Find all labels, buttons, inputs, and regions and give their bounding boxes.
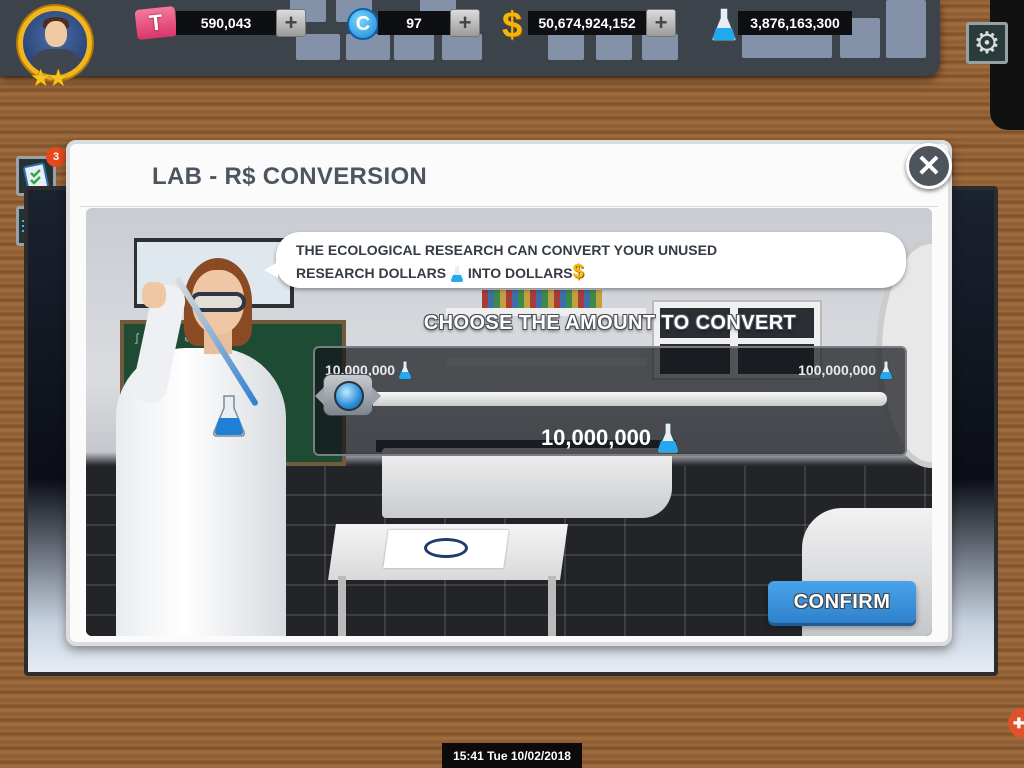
speech-into-dollars-text: INTO DOLLARS bbox=[467, 265, 573, 281]
slider-knob-icon bbox=[334, 381, 364, 411]
tasks-notification-badge: 3 bbox=[46, 147, 66, 167]
flask-icon bbox=[450, 266, 464, 283]
close-dialog-button[interactable]: ✕ bbox=[906, 143, 952, 189]
add-dollars-button[interactable]: + bbox=[646, 9, 676, 37]
scientist-hand bbox=[142, 282, 166, 308]
coin-icon: C bbox=[347, 8, 379, 40]
expand-corner-button[interactable]: ✚ bbox=[1008, 708, 1024, 738]
keyboard-key bbox=[442, 34, 482, 60]
lab-bench bbox=[382, 448, 672, 518]
flask-icon bbox=[398, 360, 412, 380]
tickets-value: 590,043 bbox=[176, 11, 276, 35]
avatar-head bbox=[45, 21, 67, 47]
dollars-value: 50,674,924,152 bbox=[528, 11, 646, 35]
beaker-icon bbox=[213, 395, 245, 437]
keyboard-key bbox=[596, 34, 632, 60]
flask-icon bbox=[879, 360, 893, 380]
ticket-icon: T bbox=[134, 5, 178, 41]
document-seal-icon bbox=[424, 538, 468, 558]
scientist-speech-bubble: THE ECOLOGICAL RESEARCH CAN CONVERT YOUR… bbox=[264, 232, 906, 288]
research-dollars-value: 3,876,163,300 bbox=[738, 11, 852, 35]
settings-button[interactable]: ⚙ bbox=[966, 22, 1008, 64]
table-leg bbox=[338, 576, 346, 636]
keyboard-key bbox=[642, 34, 678, 60]
flask-icon bbox=[657, 422, 679, 454]
keyboard-key bbox=[548, 34, 584, 60]
selected-amount: 10,000,000 bbox=[315, 422, 905, 454]
speech-line-2: RESEARCH DOLLARS INTO DOLLARS$ bbox=[296, 261, 886, 284]
coins-value: 97 bbox=[378, 11, 450, 35]
keyboard-key bbox=[296, 34, 340, 60]
slider-max-label: 100,000,000 bbox=[798, 360, 893, 380]
flask-icon bbox=[711, 7, 737, 42]
slider-max-value: 100,000,000 bbox=[798, 362, 876, 378]
add-coins-button[interactable]: + bbox=[450, 9, 480, 37]
player-rank-stars-icon: ★★ bbox=[30, 65, 69, 92]
speech-line-1: THE ECOLOGICAL RESEARCH CAN CONVERT YOUR… bbox=[296, 242, 718, 258]
amount-slider-panel: 10,000,000 100,000,000 10,000,000 bbox=[313, 346, 907, 456]
status-clock: 15:41 Tue 10/02/2018 bbox=[442, 743, 582, 768]
speech-research-dollars-text: RESEARCH DOLLARS bbox=[296, 265, 447, 281]
keyboard-key bbox=[886, 0, 926, 58]
choose-amount-heading: CHOOSE THE AMOUNT TO CONVERT bbox=[423, 312, 797, 334]
bookshelf-books bbox=[482, 290, 602, 308]
table-leg bbox=[548, 576, 556, 636]
amount-slider-thumb[interactable] bbox=[315, 374, 381, 416]
dialog-title: LAB - R$ CONVERSION bbox=[152, 163, 428, 190]
amount-slider-track[interactable] bbox=[359, 392, 887, 406]
selected-amount-value: 10,000,000 bbox=[540, 425, 652, 450]
gear-icon: ⚙ bbox=[973, 26, 1001, 60]
title-divider bbox=[80, 206, 938, 207]
add-tickets-button[interactable]: + bbox=[276, 9, 306, 37]
keyboard-key bbox=[394, 34, 434, 60]
device-frame-edge bbox=[990, 0, 1024, 130]
dollar-icon: $ bbox=[502, 4, 523, 45]
close-icon: ✕ bbox=[916, 149, 942, 183]
dollar-icon: $ bbox=[572, 261, 584, 283]
confirm-button[interactable]: CONFIRM bbox=[768, 581, 916, 623]
